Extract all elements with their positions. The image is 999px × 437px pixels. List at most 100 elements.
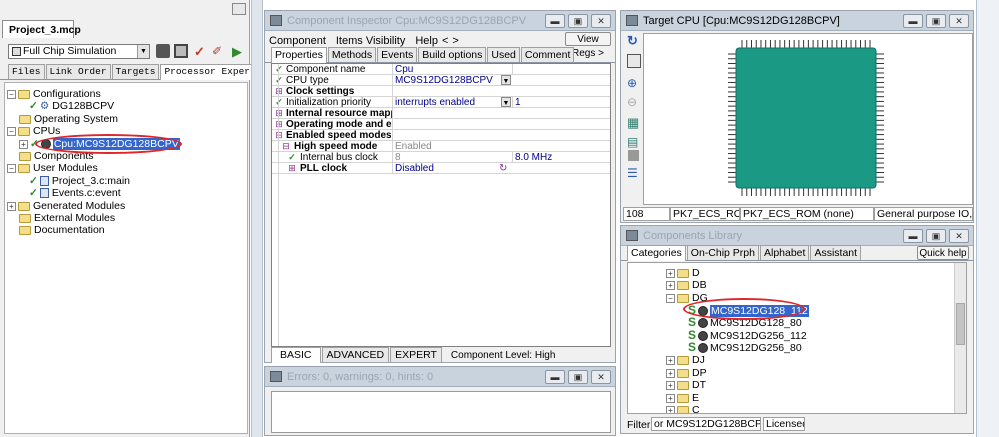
collapse-icon[interactable]: −	[7, 163, 16, 173]
tree-item-events[interactable]: ✓ Events.c:event	[29, 187, 121, 199]
collapse-icon[interactable]: −	[7, 89, 16, 99]
tab-link-order[interactable]: Link Order	[45, 64, 111, 79]
category-c[interactable]: + C	[666, 404, 700, 413]
expand-icon[interactable]: +	[7, 201, 16, 211]
category-e[interactable]: + E	[666, 392, 699, 404]
tab-events[interactable]: Events	[377, 47, 418, 62]
refresh-icon[interactable]: ↻	[627, 33, 641, 48]
property-value[interactable]: Cpu	[392, 64, 512, 75]
forward-button[interactable]: >	[452, 35, 458, 47]
grid-row[interactable]: ✓Component name Cpu	[272, 64, 610, 75]
properties-icon[interactable]	[627, 54, 641, 68]
property-value[interactable]: interrupts enabled	[392, 97, 512, 108]
expand-icon[interactable]: ⊞	[273, 108, 285, 119]
category-db[interactable]: + DB	[666, 279, 707, 291]
maximize-button[interactable]: ▣	[568, 370, 588, 384]
expand-icon[interactable]: +	[666, 393, 675, 403]
minimize-button[interactable]: ▬	[903, 229, 923, 243]
collapse-icon[interactable]: ⊟	[273, 130, 285, 141]
tree-item-external-modules[interactable]: External Modules	[19, 212, 115, 224]
chevron-down-icon[interactable]: ▼	[137, 45, 149, 58]
maximize-button[interactable]: ▣	[568, 14, 588, 28]
tree-item-dg128bcpv[interactable]: ✓ ⚙ DG128BCPV	[29, 100, 114, 112]
menu-items-visibility[interactable]: Items Visibility	[336, 35, 405, 47]
minimize-button[interactable]: ▬	[903, 14, 923, 28]
grid-row[interactable]: ⊞Operating mode and exte	[272, 119, 610, 130]
maximize-button[interactable]: ▣	[926, 229, 946, 243]
expand-icon[interactable]: +	[666, 380, 675, 390]
expand-icon[interactable]: +	[666, 405, 675, 413]
expand-icon[interactable]: ⊞	[286, 163, 298, 174]
settings-icon[interactable]	[156, 44, 170, 58]
project-tab[interactable]: Project_3.mcp	[2, 20, 81, 38]
chevron-down-icon[interactable]: ▼	[501, 75, 511, 85]
list-icon[interactable]: ☰	[627, 166, 641, 180]
quick-help-button[interactable]: Quick help >	[917, 246, 969, 273]
tree-item-project-main[interactable]: ✓ Project_3.c:main	[29, 175, 130, 187]
minimize-button[interactable]: ▬	[545, 370, 565, 384]
tab-assistant[interactable]: Assistant	[810, 245, 862, 260]
vertical-scrollbar[interactable]	[954, 263, 966, 413]
expand-icon[interactable]: +	[19, 139, 28, 149]
expand-icon[interactable]: +	[666, 268, 675, 278]
memory-icon[interactable]: ▤	[627, 135, 641, 149]
tree-item-documentation[interactable]: Documentation	[19, 224, 105, 236]
collapse-icon[interactable]: ⊟	[280, 141, 292, 152]
tab-advanced[interactable]: ADVANCED	[321, 347, 390, 362]
expand-icon[interactable]: +	[666, 280, 675, 290]
tree-item-cpus[interactable]: − CPUs	[7, 125, 60, 137]
component-mc9s12dg256-112[interactable]: S MC9S12DG256_112	[688, 329, 807, 342]
tab-used[interactable]: Used	[487, 47, 520, 62]
close-button[interactable]: ✕	[949, 229, 969, 243]
filter-input[interactable]: or MC9S12DG128BCPV onl	[651, 417, 761, 431]
zoom-out-icon[interactable]: ⊖	[627, 95, 641, 109]
category-dp[interactable]: + DP	[666, 367, 707, 379]
tab-properties[interactable]: Properties	[271, 47, 327, 63]
run-icon[interactable]: ▶	[232, 44, 246, 59]
table-icon[interactable]: ▦	[627, 115, 641, 130]
chip-icon[interactable]	[174, 44, 188, 58]
component-mc9s12dg256-80[interactable]: S MC9S12DG256_80	[688, 341, 802, 354]
debug-icon[interactable]: ✐	[212, 44, 226, 58]
scrollbar-thumb[interactable]	[956, 303, 965, 345]
expand-icon[interactable]: +	[666, 368, 675, 378]
grid-row[interactable]: ⊞ PLL clock Disabled ↻	[272, 163, 610, 174]
tab-files[interactable]: Files	[8, 64, 45, 79]
tab-alphabet[interactable]: Alphabet	[759, 245, 810, 260]
collapse-icon[interactable]: −	[7, 126, 16, 136]
expand-icon[interactable]: +	[666, 355, 675, 365]
menu-component[interactable]: Component	[269, 35, 326, 47]
minimize-button[interactable]: ▬	[545, 14, 565, 28]
grid-row[interactable]: ⊟Enabled speed modes	[272, 130, 610, 141]
tree-item-operating-system[interactable]: Operating System	[19, 113, 118, 125]
refresh-icon[interactable]: ↻	[499, 163, 507, 174]
close-button[interactable]: ✕	[591, 370, 611, 384]
tab-targets[interactable]: Targets	[111, 64, 160, 79]
grid-row[interactable]: ⊟ High speed mode Enabled	[272, 141, 610, 152]
check-icon[interactable]: ✓	[194, 44, 208, 59]
tree-item-configurations[interactable]: − Configurations	[7, 88, 101, 100]
tab-categories[interactable]: Categories	[627, 245, 686, 261]
grid-row[interactable]: ⊞Clock settings	[272, 86, 610, 97]
tab-basic[interactable]: BASIC	[271, 347, 321, 363]
tab-methods[interactable]: Methods	[327, 47, 377, 62]
expand-icon[interactable]: ⊞	[273, 119, 285, 130]
tab-processor-expert[interactable]: Processor Expert	[160, 64, 260, 80]
property-value[interactable]: MC9S12DG128BCPV	[392, 75, 512, 86]
splitter[interactable]	[251, 0, 263, 437]
zoom-in-icon[interactable]: ⊕	[627, 76, 641, 90]
grid-row[interactable]: ✓Initialization priority interrupts enabl…	[272, 97, 610, 108]
tab-on-chip-prph[interactable]: On-Chip Prph	[686, 245, 759, 260]
grid-row[interactable]: ✓CPU type MC9S12DG128BCPV▼	[272, 75, 610, 86]
back-button[interactable]: <	[442, 35, 448, 47]
menu-help[interactable]: Help	[415, 35, 438, 47]
tree-item-generated-modules[interactable]: + Generated Modules	[7, 200, 125, 212]
category-dj[interactable]: + DJ	[666, 354, 705, 366]
tree-item-user-modules[interactable]: − User Modules	[7, 162, 98, 174]
close-button[interactable]: ✕	[591, 14, 611, 28]
close-button[interactable]: ✕	[949, 14, 969, 28]
category-dt[interactable]: + DT	[666, 379, 706, 391]
view-regs-button[interactable]: View Regs >	[565, 32, 611, 59]
expand-icon[interactable]: ⊞	[273, 86, 285, 97]
chevron-down-icon[interactable]: ▼	[501, 97, 511, 107]
